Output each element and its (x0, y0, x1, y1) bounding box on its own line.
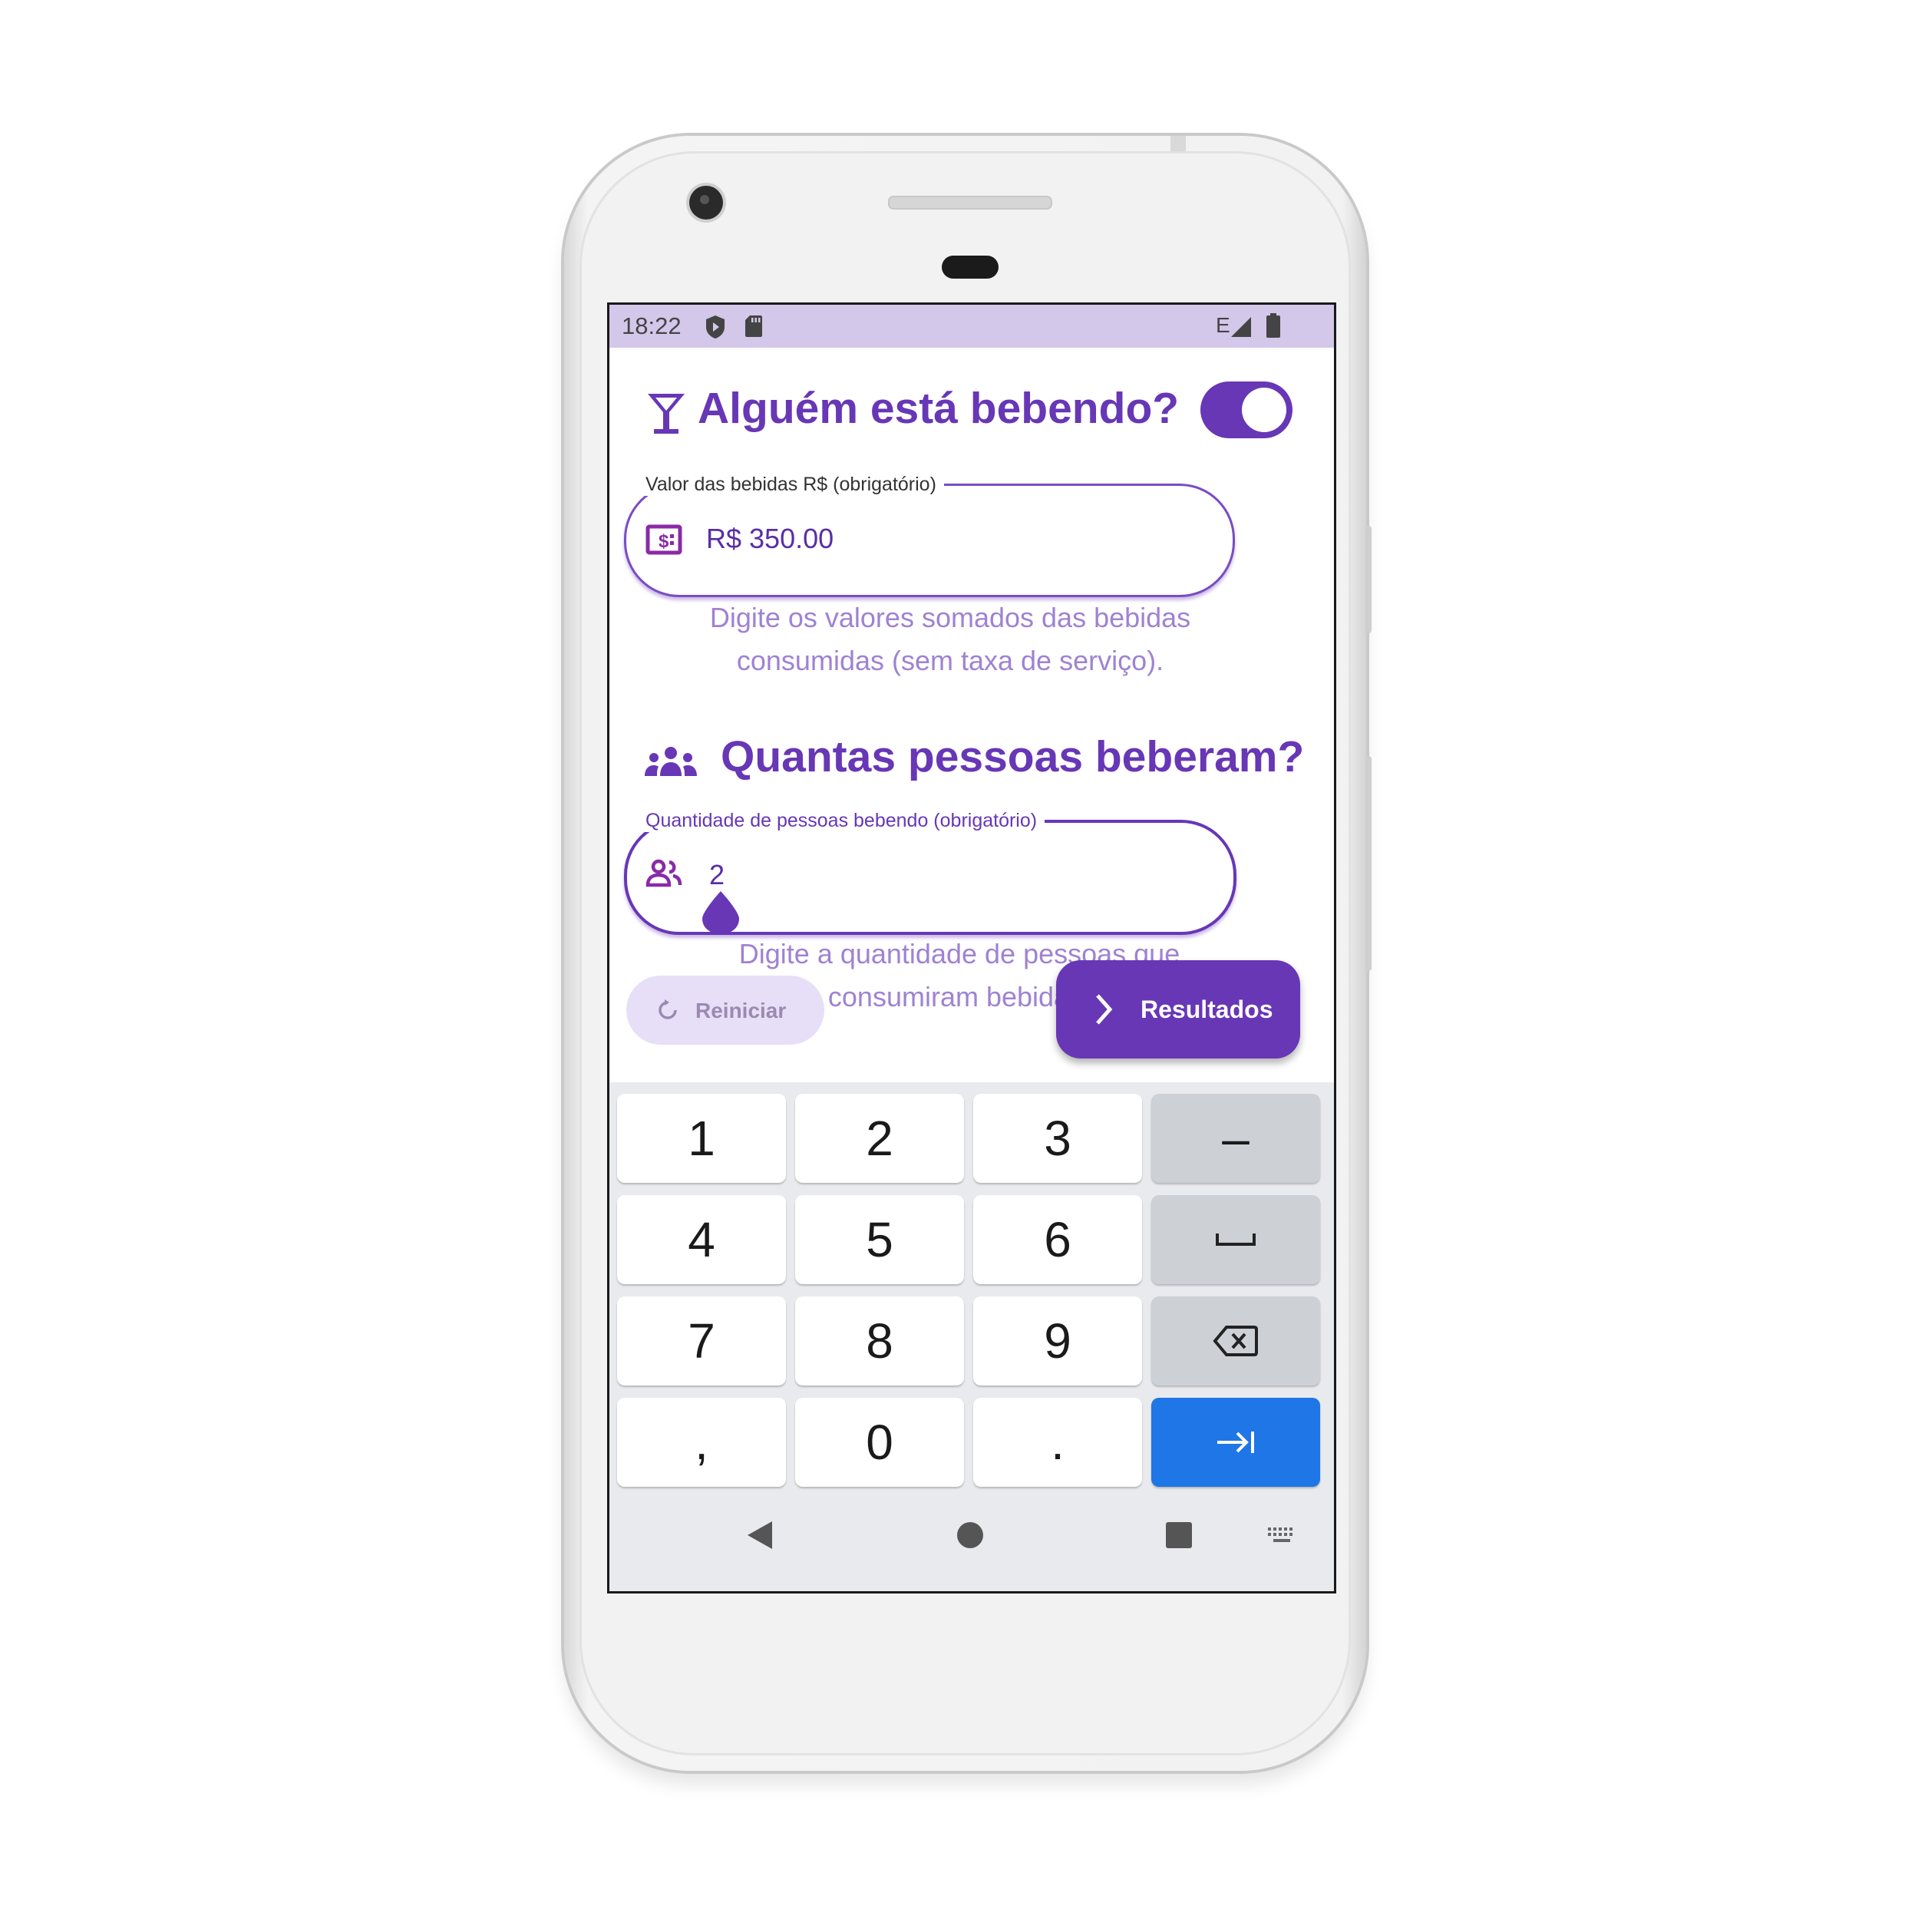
drinks-helper-line1: Digite os valores somados das bebidas (709, 602, 1191, 633)
people-icon (645, 859, 682, 887)
key-0[interactable]: 0 (795, 1398, 964, 1487)
key-2[interactable]: 2 (795, 1094, 964, 1183)
results-label: Resultados (1141, 996, 1273, 1023)
status-time: 18:22 (622, 312, 682, 339)
drinking-toggle[interactable] (1200, 381, 1292, 438)
earpiece-speaker (888, 196, 1052, 210)
battery-icon (1266, 313, 1280, 338)
toggle-thumb (1242, 388, 1286, 432)
drinking-title: Alguém está bebendo? (698, 384, 1180, 433)
backspace-icon (1213, 1326, 1258, 1356)
key-7[interactable]: 7 (617, 1296, 786, 1385)
proximity-sensor (942, 256, 999, 279)
money-icon: $ (645, 524, 682, 555)
reset-button[interactable]: Reiniciar (626, 976, 824, 1045)
groups-icon (645, 747, 697, 776)
key-period[interactable]: . (973, 1398, 1142, 1487)
space-bar-icon (1216, 1234, 1256, 1246)
svg-text:$: $ (659, 531, 669, 552)
key-next[interactable] (1151, 1398, 1320, 1487)
key-3[interactable]: 3 (973, 1094, 1142, 1183)
drinks-helper-line2: consumidas (sem taxa de serviço). (736, 645, 1164, 676)
drinks-value-input[interactable]: R$ 350.00 (706, 523, 834, 555)
drinks-value-label: Valor das bebidas R$ (obrigatório) (638, 474, 944, 496)
key-minus[interactable]: – (1151, 1094, 1320, 1183)
people-count-input[interactable]: 2 (709, 859, 725, 891)
power-button (1365, 526, 1372, 633)
key-5[interactable]: 5 (795, 1195, 964, 1284)
status-bar: 18:22 E (609, 305, 1334, 348)
key-9[interactable]: 9 (973, 1296, 1142, 1385)
volume-button (1365, 756, 1372, 971)
front-camera (689, 186, 723, 220)
phone-top-notch (1170, 136, 1186, 151)
people-title: Quantas pessoas beberam? (721, 732, 1305, 781)
back-nav-icon[interactable] (744, 1520, 775, 1551)
numeric-keyboard: 1 2 3 – 4 5 6 7 8 9 , 0 . (609, 1082, 1334, 1591)
recents-nav-icon[interactable] (1165, 1521, 1193, 1549)
refresh-icon (659, 999, 677, 1019)
shield-icon (706, 315, 725, 339)
sd-card-icon (745, 315, 762, 337)
key-8[interactable]: 8 (795, 1296, 964, 1385)
tab-next-icon (1217, 1432, 1254, 1453)
network-type: E (1216, 313, 1230, 337)
people-count-label: Quantidade de pessoas bebendo (obrigatór… (638, 810, 1045, 832)
key-1[interactable]: 1 (617, 1094, 786, 1183)
key-comma[interactable]: , (617, 1398, 786, 1487)
keyboard-switch-icon[interactable] (1266, 1526, 1297, 1546)
reset-label: Reiniciar (695, 999, 787, 1022)
key-space[interactable] (1151, 1195, 1320, 1284)
screen: 18:22 E Alguém está bebendo? Valor das b… (607, 302, 1336, 1593)
cocktail-glass-icon (648, 394, 685, 434)
key-4[interactable]: 4 (617, 1195, 786, 1284)
key-6[interactable]: 6 (973, 1195, 1142, 1284)
chevron-right-icon (1096, 994, 1113, 1025)
home-nav-icon[interactable] (956, 1521, 984, 1549)
results-button[interactable]: Resultados (1056, 960, 1300, 1058)
key-backspace[interactable] (1151, 1296, 1320, 1385)
text-cursor-handle[interactable] (701, 890, 741, 936)
signal-icon (1231, 317, 1251, 337)
